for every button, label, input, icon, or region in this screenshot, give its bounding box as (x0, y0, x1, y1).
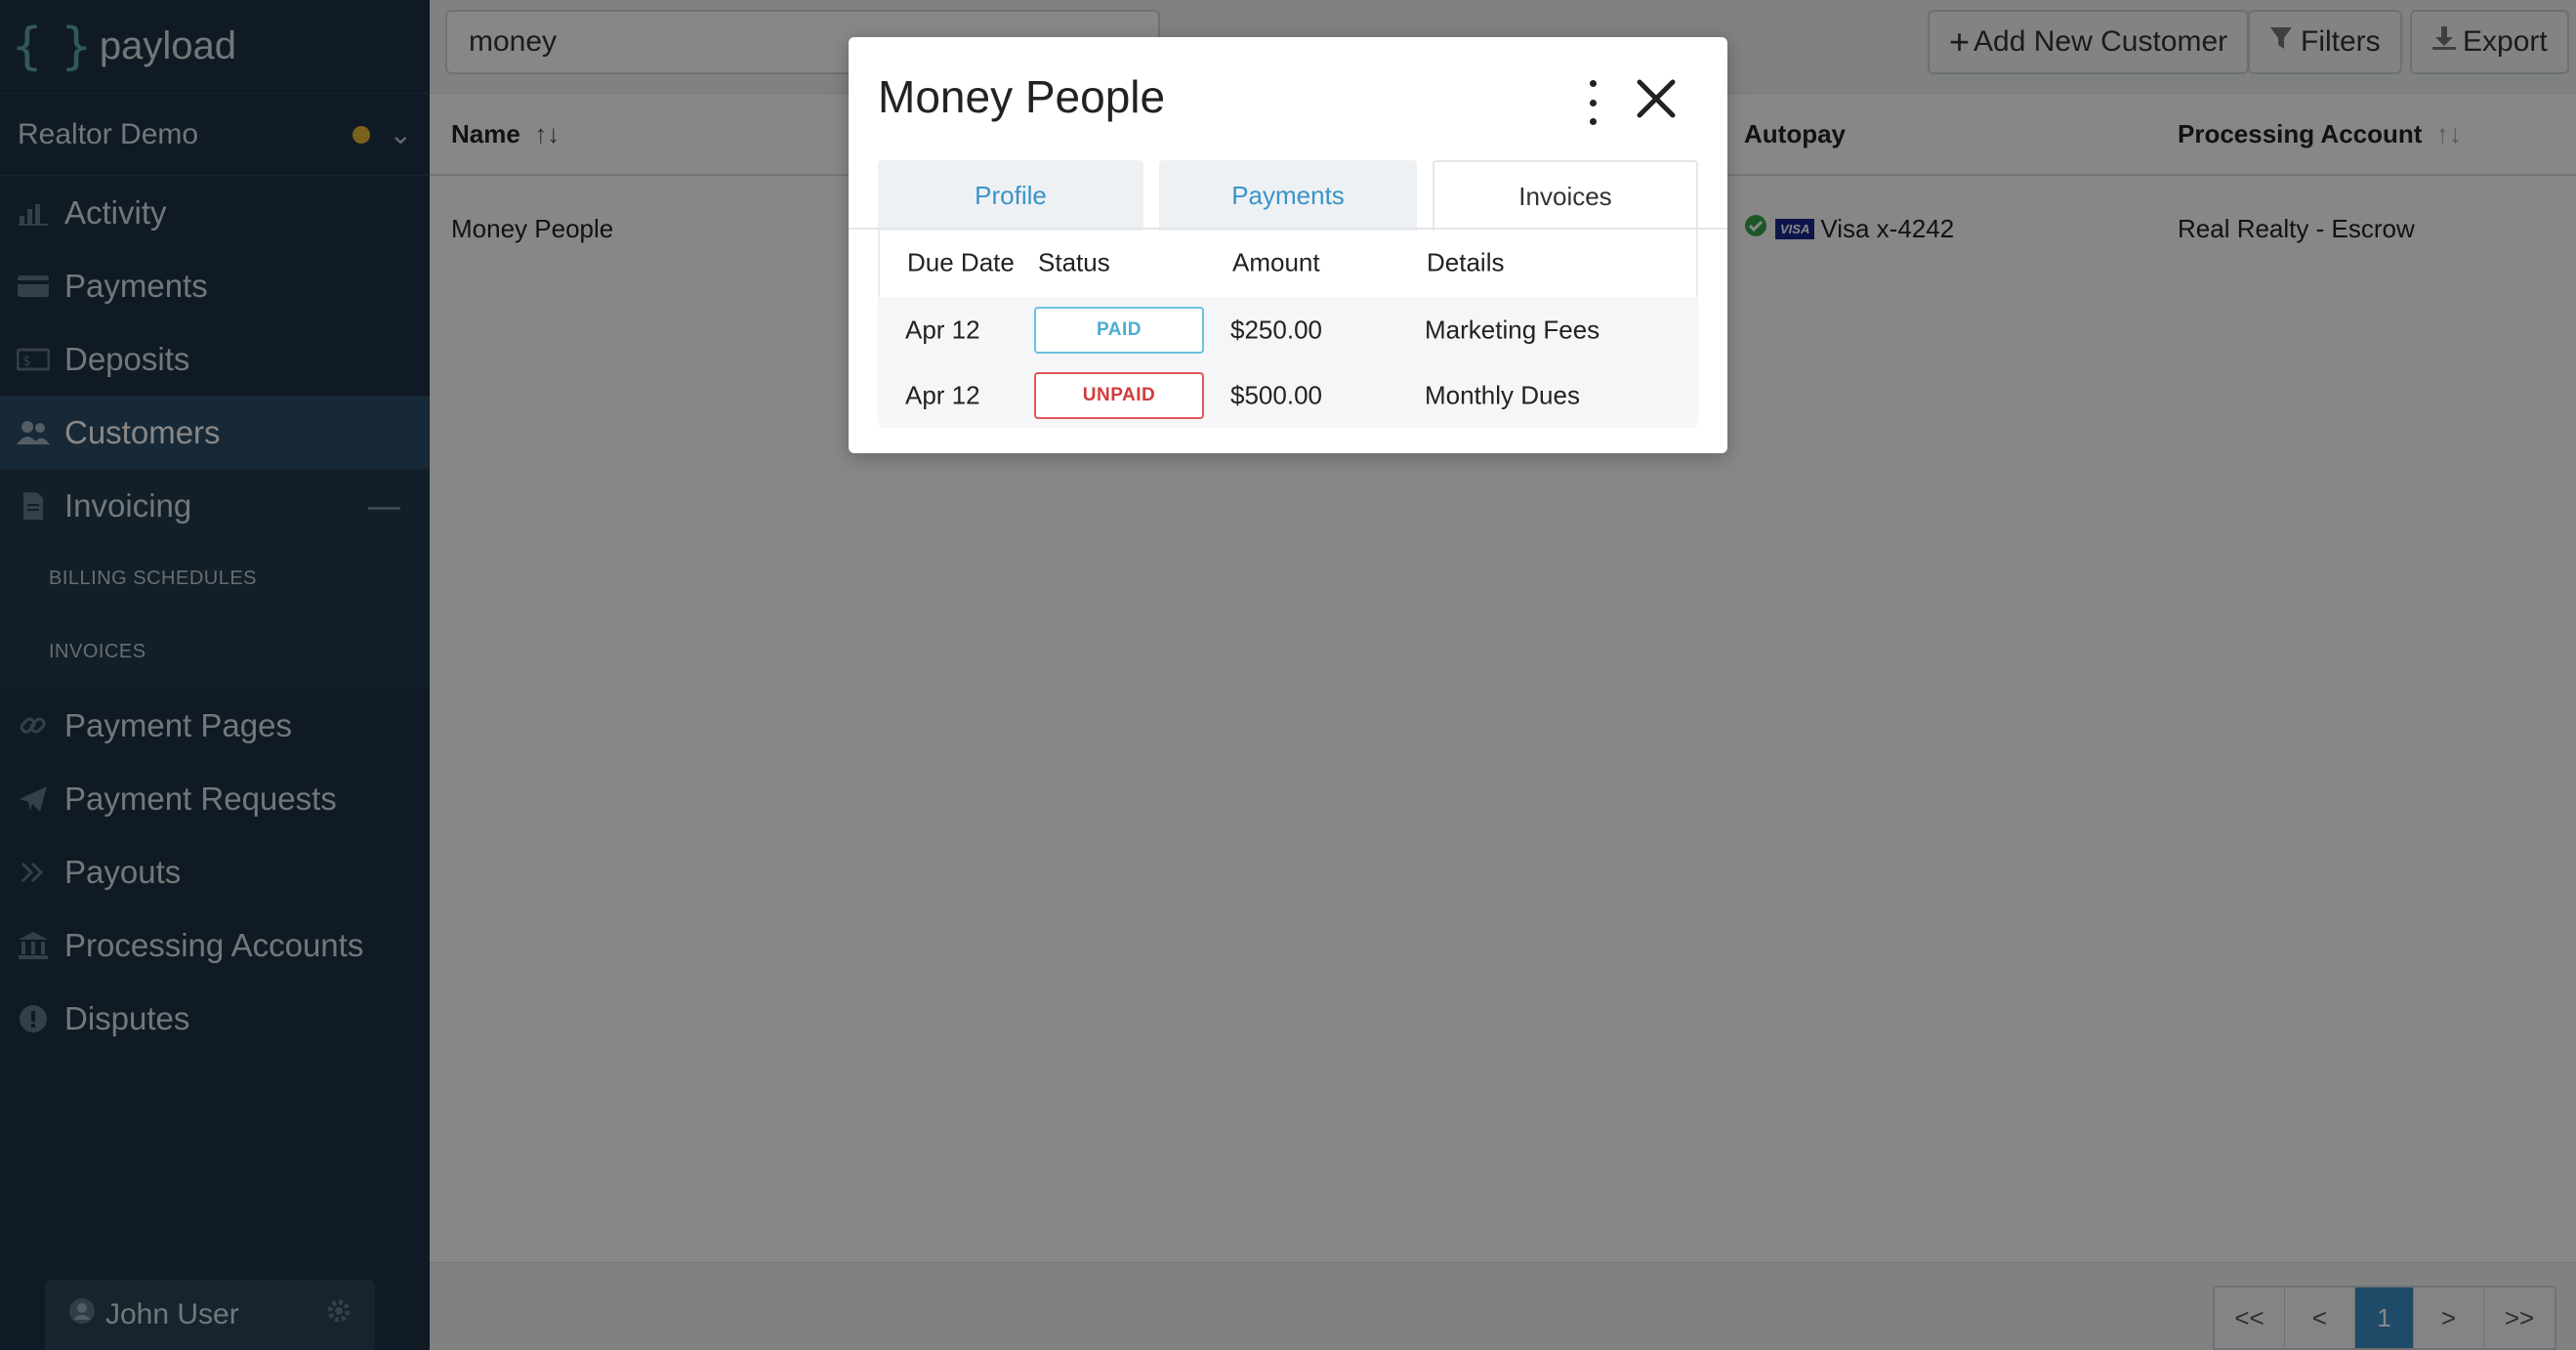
modal-title: Money People (878, 71, 1166, 122)
status-badge: PAID (1034, 306, 1204, 354)
close-icon[interactable] (1636, 78, 1677, 119)
invoices-table: Due Date Status Amount Details Apr 12 PA… (878, 229, 1698, 428)
invoices-table-header: Due Date Status Amount Details (878, 229, 1698, 297)
customer-modal: Money People Profile Payments Invoices D… (849, 37, 1727, 453)
invoice-amount: $500.00 (1230, 380, 1322, 409)
status-badge: UNPAID (1034, 371, 1204, 419)
table-row[interactable]: Apr 12 PAID $250.00 Marketing Fees (878, 297, 1698, 362)
invoice-due-date: Apr 12 (905, 380, 980, 409)
column-header-due-date: Due Date (907, 247, 1015, 277)
column-header-status: Status (1038, 247, 1110, 277)
invoice-due-date: Apr 12 (905, 315, 980, 344)
tab-invoices[interactable]: Invoices (1433, 160, 1698, 231)
column-header-details: Details (1427, 247, 1505, 277)
modal-tabs: Profile Payments Invoices (878, 160, 1698, 231)
invoice-details: Marketing Fees (1425, 315, 1600, 344)
more-options-icon[interactable] (1583, 80, 1602, 125)
table-row[interactable]: Apr 12 UNPAID $500.00 Monthly Dues (878, 362, 1698, 428)
invoice-details: Monthly Dues (1425, 380, 1580, 409)
tab-profile[interactable]: Profile (878, 160, 1143, 231)
column-header-amount: Amount (1232, 247, 1320, 277)
invoice-amount: $250.00 (1230, 315, 1322, 344)
tab-payments[interactable]: Payments (1159, 160, 1417, 231)
